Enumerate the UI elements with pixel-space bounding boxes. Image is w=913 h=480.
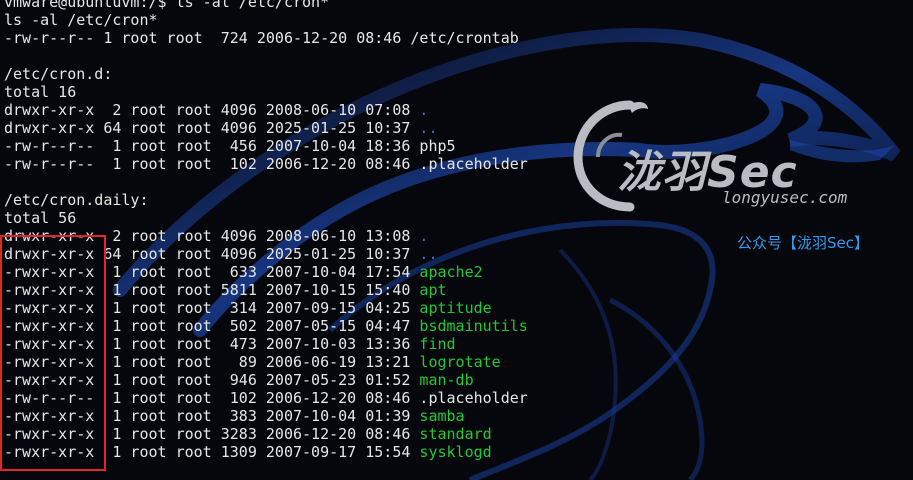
terminal-line-text: -rw-r--r-- 1 root root 102 2006-12-20 08… [4, 155, 420, 173]
terminal-line-text: drwxr-xr-x 2 root root 4096 2008-06-10 0… [4, 101, 420, 119]
terminal-line: drwxr-xr-x 64 root root 4096 2025-01-25 … [4, 119, 528, 137]
file-name: .placeholder [419, 389, 528, 407]
terminal-line-text: /etc/cron.d: [4, 65, 113, 83]
terminal-line: drwxr-xr-x 2 root root 4096 2008-06-10 0… [4, 101, 528, 119]
file-name: apt [419, 281, 447, 299]
terminal-line-text: total 16 [4, 83, 77, 101]
file-name: apache2 [419, 263, 483, 281]
terminal-line-text: /etc/cron.daily: [4, 191, 149, 209]
file-name: . [419, 227, 429, 245]
file-name: find [419, 335, 456, 353]
file-name: .. [419, 245, 438, 263]
terminal-line: vmware@ubuntuvm:/$ ls -al /etc/cron* [4, 0, 528, 11]
file-name: sysklogd [419, 443, 492, 461]
watermark-wechat: 公众号【泷羽Sec】 [737, 234, 869, 252]
file-name: samba [419, 407, 465, 425]
terminal-line-text: drwxr-xr-x 64 root root 4096 2025-01-25 … [4, 119, 420, 137]
terminal-line-text: -rw-r--r-- 1 root root 724 2006-12-20 08… [4, 29, 519, 47]
file-name: .placeholder [419, 155, 528, 173]
file-name: man-db [419, 371, 474, 389]
terminal-line: -rw-r--r-- 1 root root 456 2007-10-04 18… [4, 137, 528, 155]
highlight-box [0, 235, 106, 471]
file-name: php5 [419, 137, 456, 155]
terminal-line-text: total 56 [4, 209, 77, 227]
file-name: aptitude [419, 299, 492, 317]
terminal-line: /etc/cron.d: [4, 65, 528, 83]
terminal-line-text: -rw-r--r-- 1 root root 456 2007-10-04 18… [4, 137, 420, 155]
file-name: standard [419, 425, 492, 443]
terminal-line: total 56 [4, 209, 528, 227]
file-name: logrotate [419, 353, 501, 371]
terminal-line: ls -al /etc/cron* [4, 11, 528, 29]
file-name: bsdmainutils [419, 317, 528, 335]
watermark-site: longyusec.com [722, 188, 848, 207]
terminal-line-text: ls -al /etc/cron* [4, 11, 158, 29]
terminal-line: -rw-r--r-- 1 root root 724 2006-12-20 08… [4, 29, 528, 47]
terminal-line: -rw-r--r-- 1 root root 102 2006-12-20 08… [4, 155, 528, 173]
file-name: .. [419, 119, 438, 137]
terminal-line-text: vmware@ubuntuvm:/$ ls -al /etc/cron* [4, 0, 330, 11]
file-name: . [419, 101, 429, 119]
terminal-line: /etc/cron.daily: [4, 191, 528, 209]
terminal-line: total 16 [4, 83, 528, 101]
